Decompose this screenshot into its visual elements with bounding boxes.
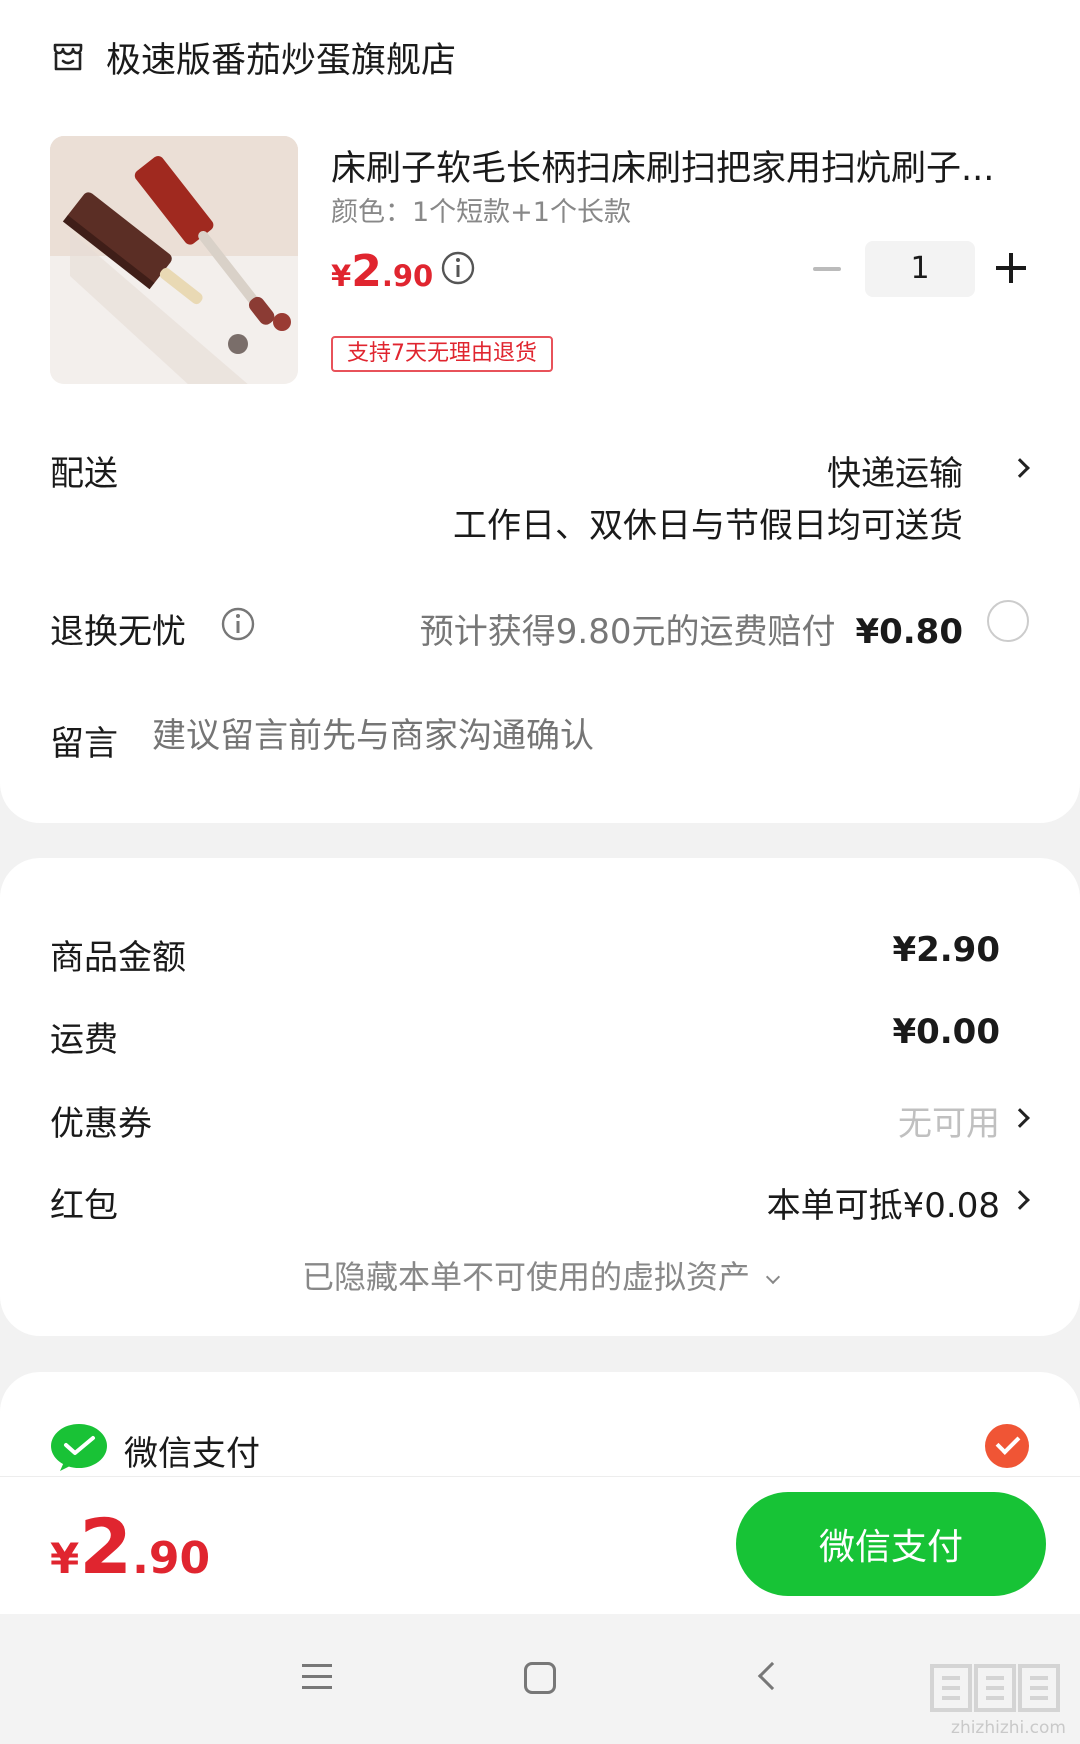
- watermark-logo: [930, 1664, 1060, 1712]
- quantity-decrease-button[interactable]: [812, 258, 842, 280]
- delivery-label: 配送: [50, 454, 118, 494]
- return-worry-text: 预计获得9.80元的运费赔付 ¥0.80: [420, 604, 963, 653]
- return-worry-radio[interactable]: [987, 600, 1029, 642]
- return-worry-description: 预计获得9.80元的运费赔付: [419, 612, 836, 652]
- total-integer: 2: [79, 1502, 133, 1591]
- menu-icon[interactable]: [302, 1664, 332, 1690]
- info-icon[interactable]: [220, 606, 256, 642]
- coupon-label: 优惠券: [50, 1104, 152, 1144]
- product-price: ¥2.90: [331, 246, 433, 297]
- checkout-page: 极速版番茄炒蛋旗舰店 床刷子软毛长柄扫床刷扫把家用扫炕刷子... 颜色：1个短款…: [0, 0, 1080, 1744]
- coupon-value[interactable]: 无可用: [898, 1096, 1000, 1145]
- watermark-text: zhizhizhi.com: [951, 1718, 1066, 1738]
- goods-amount-label: 商品金额: [50, 938, 186, 978]
- product-spec[interactable]: 颜色：1个短款+1个长款: [331, 190, 631, 229]
- chevron-right-icon[interactable]: [1010, 458, 1030, 478]
- red-packet-value[interactable]: 本单可抵¥0.08: [767, 1178, 1000, 1227]
- message-label: 留言: [50, 724, 118, 764]
- total-price: ¥2.90: [50, 1502, 210, 1591]
- shipping-value: ¥0.00: [892, 1012, 1000, 1052]
- price-symbol: ¥: [331, 259, 352, 293]
- wechat-pay-icon: [51, 1424, 107, 1471]
- goods-amount-value: ¥2.90: [892, 930, 1000, 970]
- return-worry-price: ¥0.80: [855, 612, 963, 652]
- price-integer: 2: [351, 246, 382, 297]
- shop-header[interactable]: 极速版番茄炒蛋旗舰店: [50, 32, 456, 82]
- red-packet-label: 红包: [50, 1186, 118, 1226]
- selected-check-icon[interactable]: [985, 1424, 1029, 1468]
- shop-icon: [53, 43, 83, 71]
- quantity-increase-button[interactable]: [996, 253, 1026, 283]
- hidden-assets-toggle[interactable]: 已隐藏本单不可使用的虚拟资产: [0, 1252, 1080, 1298]
- product-image[interactable]: [50, 136, 298, 384]
- shipping-label: 运费: [50, 1020, 118, 1060]
- total-symbol: ¥: [50, 1534, 80, 1583]
- watermark: zhizhizhi.com: [926, 1660, 1066, 1738]
- price-decimal: .90: [381, 259, 434, 293]
- wechat-pay-label[interactable]: 微信支付: [124, 1426, 260, 1475]
- hidden-assets-text: 已隐藏本单不可使用的虚拟资产: [301, 1258, 750, 1296]
- info-icon[interactable]: [440, 250, 476, 286]
- chevron-down-icon: [765, 1269, 781, 1285]
- order-card: 极速版番茄炒蛋旗舰店 床刷子软毛长柄扫床刷扫把家用扫炕刷子... 颜色：1个短款…: [0, 0, 1080, 823]
- total-decimal: .90: [132, 1533, 211, 1584]
- delivery-note: 工作日、双休日与节假日均可送货: [453, 506, 963, 546]
- quantity-value[interactable]: 1: [865, 241, 975, 297]
- delivery-method[interactable]: 快递运输: [827, 446, 963, 495]
- return-policy-badge: 支持7天无理由退货: [331, 336, 553, 372]
- message-input[interactable]: [152, 716, 952, 756]
- home-icon[interactable]: [524, 1662, 556, 1694]
- shop-name: 极速版番茄炒蛋旗舰店: [106, 40, 457, 81]
- product-title[interactable]: 床刷子软毛长柄扫床刷扫把家用扫炕刷子...: [331, 140, 1031, 191]
- wechat-pay-button[interactable]: 微信支付: [736, 1492, 1046, 1596]
- return-worry-label: 退换无忧: [50, 612, 186, 652]
- brush-illustration: [50, 136, 298, 384]
